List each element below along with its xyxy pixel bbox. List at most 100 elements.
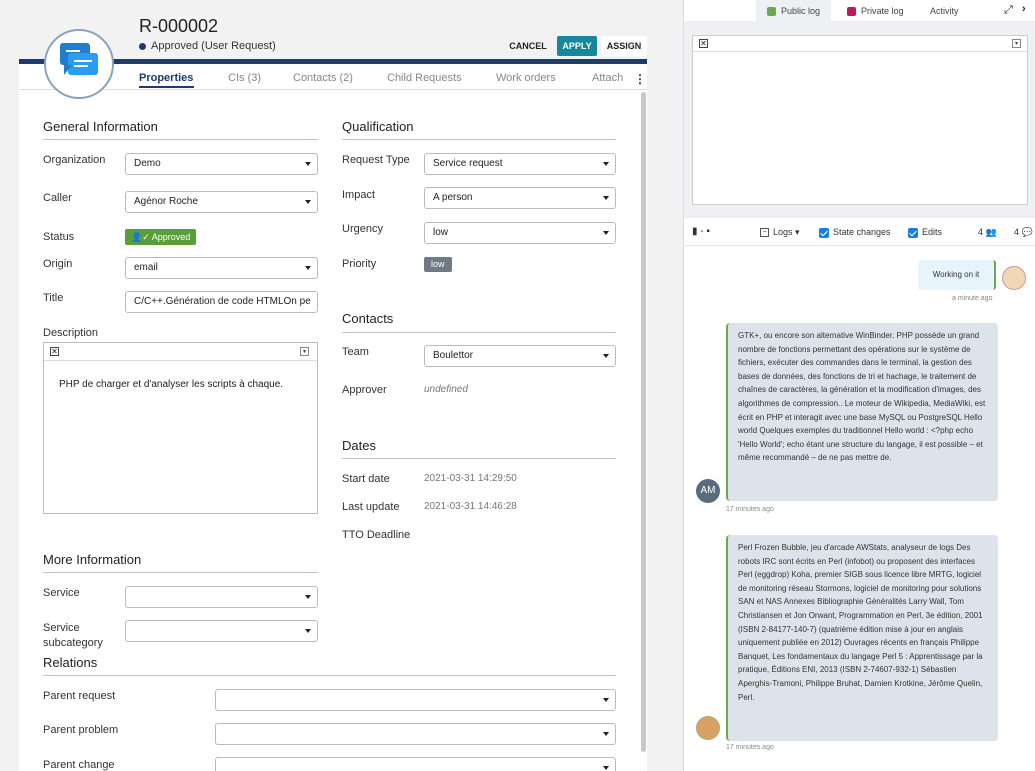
active-tab-indicator xyxy=(139,86,194,88)
toolbar-dropdown-icon[interactable]: ▾ xyxy=(300,347,309,356)
status-badge: 👤✓ Approved xyxy=(125,229,197,245)
divider xyxy=(342,139,616,140)
assign-button[interactable]: ASSIGN xyxy=(601,36,647,56)
team-label: Team xyxy=(342,346,369,358)
general-info-heading: General Information xyxy=(43,119,158,134)
more-tabs-icon[interactable]: ⋮ xyxy=(634,72,646,86)
tab-properties[interactable]: Properties xyxy=(139,72,193,84)
status-label: Status xyxy=(43,231,75,243)
tab-attachments[interactable]: Attach xyxy=(592,72,626,84)
tab-activity[interactable]: Activity xyxy=(930,6,959,16)
organization-select[interactable]: Demo xyxy=(125,153,318,175)
parent-change-select[interactable] xyxy=(215,757,616,771)
edits-filter[interactable]: Edits xyxy=(908,227,942,238)
tab-private-log[interactable]: Private log xyxy=(847,6,904,17)
collapse-icon[interactable]: › xyxy=(1022,3,1026,15)
toolbar-dropdown-icon[interactable]: ▾ xyxy=(1012,39,1021,48)
dates-heading: Dates xyxy=(342,438,376,453)
subcategory-select[interactable] xyxy=(125,620,318,642)
participants-count-value: 4 xyxy=(978,227,984,237)
activity-panel: Public log Private log Activity ⤢ › ✕ ▾ … xyxy=(683,0,1035,771)
title-label: Title xyxy=(43,292,64,304)
state-changes-filter[interactable]: State changes xyxy=(819,227,891,238)
apply-button[interactable]: APPLY xyxy=(557,36,597,56)
public-log-color-icon xyxy=(767,7,776,17)
message-time: 17 minutes ago xyxy=(726,506,774,513)
team-select[interactable]: Boulettor xyxy=(424,345,616,367)
impact-value: A person xyxy=(433,192,473,203)
impact-select[interactable]: A person xyxy=(424,187,616,209)
caller-value: Agénor Roche xyxy=(134,196,198,207)
description-editor[interactable]: ✕ ▾ PHP de charger et d'analyser les scr… xyxy=(43,342,318,514)
parent-request-select[interactable] xyxy=(215,689,616,711)
subcategory-label-line2: subcategory xyxy=(43,637,103,649)
divider xyxy=(342,458,616,459)
chevron-down-icon xyxy=(305,162,311,166)
last-update-value: 2021-03-31 14:46:28 xyxy=(424,501,517,512)
message-time: 17 minutes ago xyxy=(726,744,774,751)
tab-public-log[interactable]: Public log xyxy=(767,6,821,17)
expand-icon[interactable]: ⤢ xyxy=(1004,4,1013,17)
urgency-select[interactable]: low xyxy=(424,222,616,244)
chevron-down-icon xyxy=(603,162,609,166)
service-label: Service xyxy=(43,587,80,599)
logs-filter-label: Logs xyxy=(773,227,793,237)
private-log-label: Private log xyxy=(861,6,904,16)
message-bubble-own: Working on it xyxy=(918,260,996,290)
service-select[interactable] xyxy=(125,586,318,608)
caller-label: Caller xyxy=(43,192,72,204)
request-type-value: Service request xyxy=(433,158,503,169)
last-update-label: Last update xyxy=(342,501,400,513)
scrollbar[interactable] xyxy=(641,92,646,752)
state-changes-label: State changes xyxy=(833,227,891,237)
comments-icon: 💬 xyxy=(1021,227,1033,237)
origin-label: Origin xyxy=(43,258,73,270)
avatar xyxy=(696,716,720,740)
participants-count: 4 👥 xyxy=(978,227,997,238)
divider xyxy=(43,139,318,140)
log-editor[interactable]: ✕ ▾ xyxy=(692,35,1028,205)
tto-deadline-label: TTO Deadline xyxy=(342,529,411,541)
organization-label: Organization xyxy=(43,154,106,166)
public-log-label: Public log xyxy=(781,6,821,16)
avatar: AM xyxy=(696,479,720,503)
tab-cis[interactable]: CIs (3) xyxy=(228,72,261,84)
parent-problem-select[interactable] xyxy=(215,723,616,745)
maximize-icon[interactable]: ✕ xyxy=(50,347,59,356)
chevron-down-icon xyxy=(305,629,311,633)
priority-label: Priority xyxy=(342,258,377,270)
tab-child-requests[interactable]: Child Requests xyxy=(387,72,462,84)
maximize-icon[interactable]: ✕ xyxy=(699,39,708,48)
user-check-icon: 👤✓ xyxy=(131,232,150,242)
caller-select[interactable]: Agénor Roche xyxy=(125,191,318,213)
request-type-select[interactable]: Service request xyxy=(424,153,616,175)
start-date-label: Start date xyxy=(342,473,390,485)
chevron-down-icon xyxy=(305,200,311,204)
cancel-button[interactable]: CANCEL xyxy=(503,36,553,56)
origin-select[interactable]: email xyxy=(125,257,318,279)
description-text: PHP de charger et d'analyser les scripts… xyxy=(59,379,284,390)
users-icon: 👥 xyxy=(985,227,997,237)
details-panel: R-000002 Approved (User Request) CANCEL … xyxy=(0,0,683,771)
minus-square-icon: − xyxy=(760,228,769,238)
checkbox-checked-icon xyxy=(819,227,829,238)
start-date-value: 2021-03-31 14:29:50 xyxy=(424,473,517,484)
edits-label: Edits xyxy=(922,227,943,237)
request-type-label: Request Type xyxy=(342,154,410,166)
contacts-heading: Contacts xyxy=(342,311,394,326)
divider xyxy=(43,675,616,676)
book-icon[interactable]: ▮ - ▪ xyxy=(692,226,710,237)
message-bubble: Perl Frozen Bubble, jeu d'arcade AWStats… xyxy=(726,535,998,741)
impact-label: Impact xyxy=(342,189,376,201)
subcategory-label: Service subcategory xyxy=(43,621,103,651)
parent-problem-label: Parent problem xyxy=(43,724,119,736)
tab-contacts[interactable]: Contacts (2) xyxy=(293,72,353,84)
tab-work-orders[interactable]: Work orders xyxy=(496,72,556,84)
status-text: Approved xyxy=(151,40,199,52)
title-input[interactable]: C/C++.Génération de code HTMLOn pe xyxy=(125,291,318,313)
chevron-down-icon xyxy=(603,766,609,770)
log-editor-toolbar: ✕ ▾ xyxy=(693,36,1027,52)
chevron-down-icon xyxy=(603,354,609,358)
status-dot xyxy=(139,42,146,50)
logs-filter[interactable]: − Logs ▾ xyxy=(760,227,800,238)
